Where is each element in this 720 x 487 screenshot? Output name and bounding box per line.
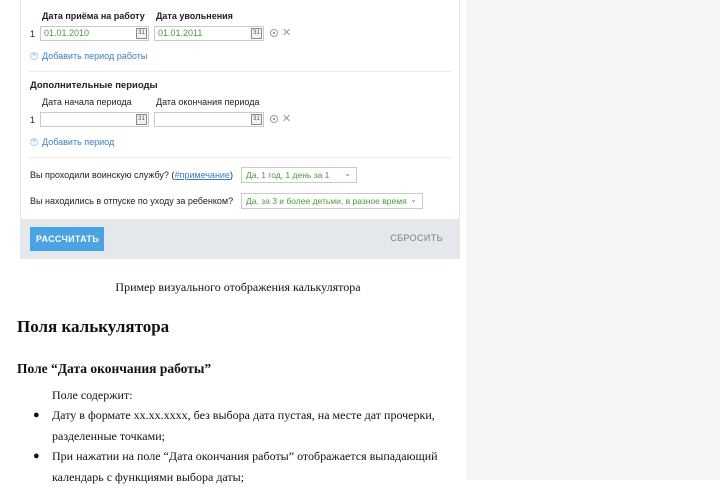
add-work-period-link[interactable]: Добавить период работы [42,51,147,61]
chevron-down-icon: ⌄ [410,195,417,204]
add-period-link[interactable]: Добавить период [42,137,114,147]
plus-circle-icon[interactable]: + [30,138,38,146]
page-margin-area [466,0,720,480]
calculate-button[interactable]: РАССЧИТАТЬ [30,227,104,251]
additional-row-index: 1 [30,115,36,125]
section-heading: Поля калькулятора [17,317,170,336]
employment-start-date-input[interactable]: 01.01.2010 31 [40,26,149,41]
additional-end-date-input[interactable]: 31 [154,112,264,127]
divider [29,157,451,158]
figure-caption: Пример визуального отображения калькулят… [115,280,361,294]
bullet-icon: ● [33,450,40,462]
close-icon[interactable]: ✕ [282,28,291,39]
military-service-select[interactable]: Да, 1 год, 1 день за 1 ⌄ [241,167,357,183]
divider [29,71,451,72]
note-link[interactable]: #примечание [174,170,230,180]
plus-circle-icon[interactable]: + [30,52,38,60]
military-question: Вы проходили воинскую службу? (#примечан… [30,170,233,180]
radio-icon[interactable] [270,29,278,37]
list-item: ● При нажатии на поле “Дата окончания раб… [33,446,453,487]
additional-start-date-input[interactable]: 31 [40,112,149,127]
calendar-icon[interactable]: 31 [251,28,262,39]
calendar-icon[interactable]: 31 [136,28,147,39]
radio-icon[interactable] [270,115,278,123]
bullet-icon: ● [33,409,40,421]
calculator-footer: РАССЧИТАТЬ СБРОСИТЬ [21,219,459,259]
calculator-screenshot: Дата приёма на работу Дата увольнения 1 … [20,0,460,259]
parental-leave-select[interactable]: Да, за 3 и более детьми, в разное время … [241,193,423,209]
calendar-icon[interactable]: 31 [136,114,147,125]
intro-paragraph: Поле содержит: [52,388,133,402]
additional-start-header: Дата начала периода [42,97,132,107]
calendar-icon[interactable]: 31 [251,114,262,125]
parental-leave-question: Вы находились в отпуске по уходу за ребе… [30,196,234,206]
close-icon[interactable]: ✕ [282,114,291,125]
employment-start-header: Дата приёма на работу [42,11,145,21]
additional-end-header: Дата окончания периода [156,97,260,107]
employment-end-header: Дата увольнения [156,11,233,21]
reset-button[interactable]: СБРОСИТЬ [390,233,443,243]
employment-row-index: 1 [30,29,36,39]
additional-periods-title: Дополнительные периоды [30,80,158,91]
employment-end-date-input[interactable]: 01.01.2011 31 [154,26,264,41]
chevron-down-icon: ⌄ [344,169,351,178]
bullet-list: ● Дату в формате xx.xx.xxxx, без выбора д… [33,405,453,487]
list-item: ● Дату в формате xx.xx.xxxx, без выбора д… [33,405,453,446]
subsection-heading: Поле “Дата окончания работы” [17,361,212,376]
